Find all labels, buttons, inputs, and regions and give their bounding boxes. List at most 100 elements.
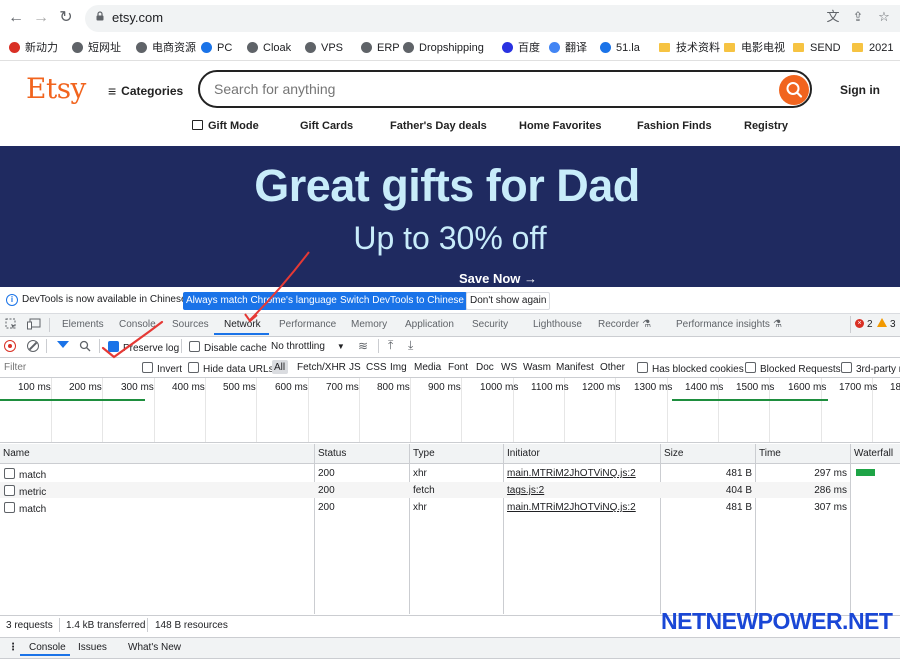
filter-type-fetch-xhr[interactable]: Fetch/XHR — [297, 362, 346, 373]
nav-registry[interactable]: Registry — [744, 120, 788, 132]
filter-type-css[interactable]: CSS — [366, 362, 387, 373]
col-waterfall[interactable]: Waterfall — [854, 448, 893, 459]
bookmark-item[interactable]: 2021 — [852, 40, 893, 56]
nav-gift-cards[interactable]: Gift Cards — [300, 120, 353, 132]
tab-performance[interactable]: Performance — [279, 319, 336, 330]
throttling-select[interactable]: No throttling ▼ — [271, 341, 345, 352]
toolbar-divider — [46, 339, 47, 353]
etsy-logo[interactable]: Etsy — [26, 72, 86, 105]
filter-type-wasm[interactable]: Wasm — [523, 362, 551, 373]
drawer-tab-whats-new[interactable]: What's New — [128, 642, 181, 653]
col-type[interactable]: Type — [413, 448, 435, 459]
bookmark-item[interactable]: PC — [201, 40, 232, 56]
filter-type-font[interactable]: Font — [448, 362, 468, 373]
request-size: 481 B — [725, 468, 752, 479]
nav-home-favorites[interactable]: Home Favorites — [519, 120, 602, 132]
filter-type-js[interactable]: JS — [349, 362, 361, 373]
filter-icon[interactable] — [57, 341, 69, 348]
categories-button[interactable]: ≡ Categories — [108, 83, 183, 99]
drawer-menu-icon[interactable]: ⋮ — [8, 642, 18, 653]
bookmark-item[interactable]: 新动力 — [9, 40, 58, 56]
filter-type-media[interactable]: Media — [414, 362, 441, 373]
col-name[interactable]: Name — [3, 448, 30, 459]
col-status[interactable]: Status — [318, 448, 346, 459]
bookmark-item[interactable]: Cloak — [247, 40, 291, 56]
tab-network[interactable]: Network — [224, 319, 261, 330]
bookmark-item[interactable]: ERP — [361, 40, 400, 56]
disable-cache-checkbox[interactable]: Disable cache — [189, 341, 267, 354]
tab-lighthouse[interactable]: Lighthouse — [533, 319, 582, 330]
filter-input[interactable] — [4, 362, 124, 373]
col-initiator[interactable]: Initiator — [507, 448, 540, 459]
filter-type-other[interactable]: Other — [600, 362, 625, 373]
sign-in-link[interactable]: Sign in — [840, 83, 880, 97]
match-language-button[interactable]: Always match Chrome's language — [183, 292, 340, 310]
switch-chinese-button[interactable]: Switch DevTools to Chinese — [337, 292, 467, 310]
network-conditions-icon[interactable]: ≋ — [358, 339, 368, 353]
preserve-log-checkbox[interactable]: Preserve log — [108, 341, 179, 354]
blocked-cookies-checkbox[interactable]: Has blocked cookies — [637, 362, 744, 375]
record-icon[interactable] — [4, 340, 16, 352]
bookmark-item[interactable]: 技术资料 — [659, 40, 720, 56]
tab-sources[interactable]: Sources — [172, 319, 209, 330]
tab-security[interactable]: Security — [472, 319, 508, 330]
bookmark-item[interactable]: 51.la — [600, 40, 640, 56]
address-bar[interactable] — [85, 5, 900, 32]
url-text[interactable]: etsy.com — [112, 10, 163, 25]
invert-checkbox[interactable]: Invert — [142, 362, 182, 375]
request-initiator[interactable]: main.MTRiM2JhOTViNQ.js:2 — [507, 502, 636, 513]
lock-icon[interactable] — [95, 11, 105, 21]
inspect-element-icon[interactable] — [5, 318, 17, 330]
request-size: 404 B — [725, 485, 752, 496]
banner-cta-link[interactable]: Save Now → — [459, 271, 537, 286]
device-toolbar-icon[interactable] — [27, 318, 41, 330]
dont-show-again-button[interactable]: Don't show again — [466, 292, 551, 310]
filter-type-img[interactable]: Img — [390, 362, 407, 373]
translate-icon[interactable]: 文 — [825, 9, 841, 25]
tab-performance-insights[interactable]: Performance insights ⚗ — [676, 319, 782, 330]
filter-type-ws[interactable]: WS — [501, 362, 517, 373]
bookmark-item[interactable]: Dropshipping — [403, 40, 484, 56]
filter-type-doc[interactable]: Doc — [476, 362, 494, 373]
drawer-tab-issues[interactable]: Issues — [78, 642, 107, 653]
tab-memory[interactable]: Memory — [351, 319, 387, 330]
nav-fathers-day[interactable]: Father's Day deals — [390, 120, 487, 132]
filter-type-manifest[interactable]: Manifest — [556, 362, 594, 373]
request-initiator[interactable]: main.MTRiM2JhOTViNQ.js:2 — [507, 468, 636, 479]
bookmark-item[interactable]: 电商资源 — [136, 40, 196, 56]
drawer-tab-console[interactable]: Console — [29, 642, 66, 653]
bookmark-item[interactable]: 电影电视 — [724, 40, 785, 56]
bookmark-item[interactable]: 翻译 — [549, 40, 587, 56]
third-party-checkbox[interactable]: 3rd-party r — [841, 362, 900, 375]
bookmark-star-icon[interactable]: ☆ — [876, 9, 892, 25]
col-time[interactable]: Time — [759, 448, 781, 459]
share-icon[interactable]: ⇪ — [850, 9, 866, 25]
bookmark-item[interactable]: 短网址 — [72, 40, 121, 56]
tab-divider — [49, 318, 50, 332]
export-har-icon[interactable]: ⤓ — [408, 338, 413, 353]
filter-type-all[interactable]: All — [274, 362, 285, 373]
bookmark-item[interactable]: VPS — [305, 40, 343, 56]
bookmark-item[interactable]: 百度 — [502, 40, 540, 56]
request-initiator[interactable]: tags.js:2 — [507, 485, 544, 496]
search-button[interactable] — [779, 75, 809, 105]
tab-elements[interactable]: Elements — [62, 319, 104, 330]
nav-gift-mode[interactable]: Gift Mode — [192, 120, 259, 132]
flask-icon: ⚗ — [772, 319, 782, 330]
back-arrow-icon[interactable]: ← — [6, 8, 26, 28]
timeline-tick-label: 400 ms — [172, 382, 205, 393]
hide-data-urls-checkbox[interactable]: Hide data URLs — [188, 362, 274, 375]
search-input[interactable] — [214, 81, 764, 97]
search-icon[interactable] — [79, 340, 91, 352]
blocked-requests-checkbox[interactable]: Blocked Requests — [745, 362, 841, 375]
tab-recorder[interactable]: Recorder ⚗ — [598, 319, 651, 330]
reload-icon[interactable]: ↻ — [56, 8, 76, 28]
forward-arrow-icon[interactable]: → — [31, 8, 51, 28]
nav-fashion-finds[interactable]: Fashion Finds — [637, 120, 712, 132]
clear-icon[interactable] — [27, 340, 39, 352]
import-har-icon[interactable]: ⤒ — [388, 338, 393, 353]
col-size[interactable]: Size — [664, 448, 683, 459]
tab-console[interactable]: Console — [119, 319, 156, 330]
tab-application[interactable]: Application — [405, 319, 454, 330]
bookmark-item[interactable]: SEND — [793, 40, 841, 56]
